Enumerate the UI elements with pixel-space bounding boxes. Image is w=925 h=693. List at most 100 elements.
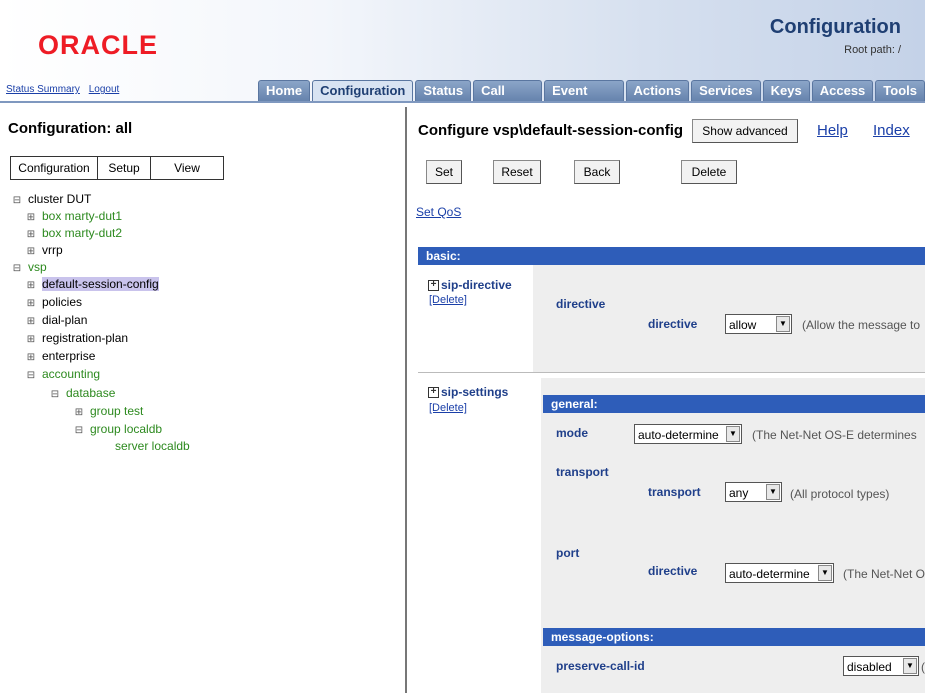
sip-directive-toggle[interactable]: + sip-directive	[428, 278, 512, 292]
oracle-logo: ORACLE	[38, 30, 158, 60]
mode-select[interactable]: auto-determine ▼	[634, 424, 742, 444]
tree-label: enterprise	[42, 349, 96, 363]
sip-directive-delete-link[interactable]: [Delete]	[429, 294, 467, 306]
tab-tools[interactable]: Tools	[875, 80, 925, 101]
status-summary-link[interactable]: Status Summary	[6, 84, 80, 95]
tree-label: registration-plan	[42, 331, 129, 345]
expand-icon[interactable]: ⊞	[26, 230, 36, 240]
panel-divider	[405, 107, 407, 693]
port-directive-label: directive	[648, 564, 698, 578]
preserve-call-id-label: preserve-call-id	[556, 659, 645, 673]
sip-settings-label: sip-settings	[441, 385, 509, 399]
general-section-bar: general:	[543, 395, 925, 413]
expand-icon[interactable]: +	[428, 280, 439, 292]
tab-event-logs[interactable]: Event Logs	[544, 80, 624, 118]
basic-section-bar: basic:	[418, 247, 925, 265]
tree-label: vrrp	[42, 243, 63, 257]
tree-label: server localdb	[115, 439, 190, 453]
tab-call-logs[interactable]: Call Logs	[473, 80, 543, 118]
tree-item-server-localdb[interactable]: server localdb	[115, 439, 190, 453]
tree-item-vsp[interactable]: ⊟ vsp	[12, 260, 47, 274]
tree-item-database[interactable]: ⊟ database	[50, 386, 116, 400]
delete-button[interactable]: Delete	[681, 160, 737, 184]
left-view-tabs: Configuration Setup View	[10, 156, 224, 180]
expand-icon[interactable]: ⊞	[26, 353, 36, 363]
expand-icon[interactable]: ⊞	[74, 408, 84, 418]
preserve-call-id-select[interactable]: disabled ▼	[843, 656, 919, 676]
collapse-icon[interactable]: ⊟	[74, 426, 84, 436]
tree-item-group-test[interactable]: ⊞ group test	[74, 404, 144, 418]
directive-hint: (Allow the message to	[802, 318, 921, 332]
tree-label: dial-plan	[42, 313, 88, 327]
tree-label: database	[66, 386, 116, 400]
expand-icon[interactable]: ⊞	[26, 317, 36, 327]
expand-icon[interactable]: ⊞	[26, 247, 36, 257]
collapse-icon[interactable]: ⊟	[12, 264, 22, 274]
port-directive-select[interactable]: auto-determine ▼	[725, 563, 834, 583]
sip-settings-toggle[interactable]: + sip-settings	[428, 385, 508, 399]
expand-icon[interactable]: ⊞	[26, 335, 36, 345]
tree-item-group-localdb[interactable]: ⊟ group localdb	[74, 422, 162, 436]
collapse-icon[interactable]: ⊟	[26, 371, 36, 381]
header-divider	[0, 101, 925, 103]
tab-actions[interactable]: Actions	[625, 80, 690, 101]
port-hint: (The Net-Net O	[843, 567, 925, 581]
set-button[interactable]: Set	[426, 160, 462, 184]
transport-hint: (All protocol types)	[790, 487, 890, 501]
tab-access[interactable]: Access	[811, 80, 874, 101]
expand-icon[interactable]: +	[428, 387, 439, 399]
tree-label: group test	[90, 404, 144, 418]
tree-item-default-session-config[interactable]: ⊞ default-session-config	[26, 277, 159, 291]
collapse-icon[interactable]: ⊟	[12, 196, 22, 206]
tab-configuration[interactable]: Configuration	[312, 80, 414, 101]
tab-keys[interactable]: Keys	[762, 80, 810, 101]
tree-item-accounting[interactable]: ⊟ accounting	[26, 367, 100, 381]
sip-settings-delete-link[interactable]: [Delete]	[429, 402, 467, 414]
tree-item-enterprise[interactable]: ⊞ enterprise	[26, 349, 96, 363]
tree-item-cluster[interactable]: ⊟ cluster DUT	[12, 192, 92, 206]
main-tabs: Home Configuration Status Call Logs Even…	[258, 80, 925, 118]
tree-item-registration-plan[interactable]: ⊞ registration-plan	[26, 331, 128, 345]
logout-link[interactable]: Logout	[89, 84, 120, 95]
tab-services[interactable]: Services	[691, 80, 761, 101]
directive-select[interactable]: allow ▼	[725, 314, 792, 334]
expand-icon[interactable]: ⊞	[26, 281, 36, 291]
header-links: Status Summary Logout	[6, 84, 125, 95]
tree-label: box marty-dut1	[42, 209, 123, 223]
tree-label: group localdb	[90, 422, 163, 436]
show-advanced-button[interactable]: Show advanced	[692, 119, 798, 143]
set-qos-link[interactable]: Set QoS	[416, 205, 461, 219]
back-button[interactable]: Back	[574, 160, 620, 184]
configure-title: Configure vsp\default-session-config	[418, 122, 684, 139]
reset-button[interactable]: Reset	[493, 160, 541, 184]
dropdown-arrow-icon[interactable]: ▼	[726, 426, 740, 442]
tab-home[interactable]: Home	[258, 80, 311, 101]
tree-item-policies[interactable]: ⊞ policies	[26, 295, 82, 309]
mode-hint: (The Net-Net OS-E determines	[752, 428, 917, 442]
dropdown-arrow-icon[interactable]: ▼	[818, 565, 832, 581]
expand-icon[interactable]: ⊞	[26, 299, 36, 309]
transport-select-value: any	[729, 486, 749, 500]
dropdown-arrow-icon[interactable]: ▼	[903, 658, 917, 674]
dropdown-arrow-icon[interactable]: ▼	[776, 316, 790, 332]
dropdown-arrow-icon[interactable]: ▼	[766, 484, 780, 500]
preserve-select-value: disabled	[847, 660, 892, 674]
tree-label: policies	[42, 295, 83, 309]
index-link[interactable]: Index	[873, 122, 910, 139]
transport-select[interactable]: any ▼	[725, 482, 782, 502]
tab-status[interactable]: Status	[415, 80, 472, 101]
tree-item-box-marty-dut2[interactable]: ⊞ box marty-dut2	[26, 226, 122, 240]
left-tab-configuration[interactable]: Configuration	[11, 157, 98, 179]
expand-icon[interactable]: ⊞	[26, 213, 36, 223]
tree-item-vrrp[interactable]: ⊞ vrrp	[26, 243, 63, 257]
left-tab-view[interactable]: View	[151, 157, 223, 179]
root-path: Root path: /	[844, 44, 901, 56]
help-link[interactable]: Help	[817, 122, 848, 139]
tree-item-box-marty-dut1[interactable]: ⊞ box marty-dut1	[26, 209, 122, 223]
left-tab-setup[interactable]: Setup	[98, 157, 151, 179]
mode-label: mode	[556, 426, 589, 440]
tree-label: cluster DUT	[28, 192, 92, 206]
message-options-bar: message-options:	[543, 628, 925, 646]
collapse-icon[interactable]: ⊟	[50, 390, 60, 400]
tree-item-dial-plan[interactable]: ⊞ dial-plan	[26, 313, 88, 327]
